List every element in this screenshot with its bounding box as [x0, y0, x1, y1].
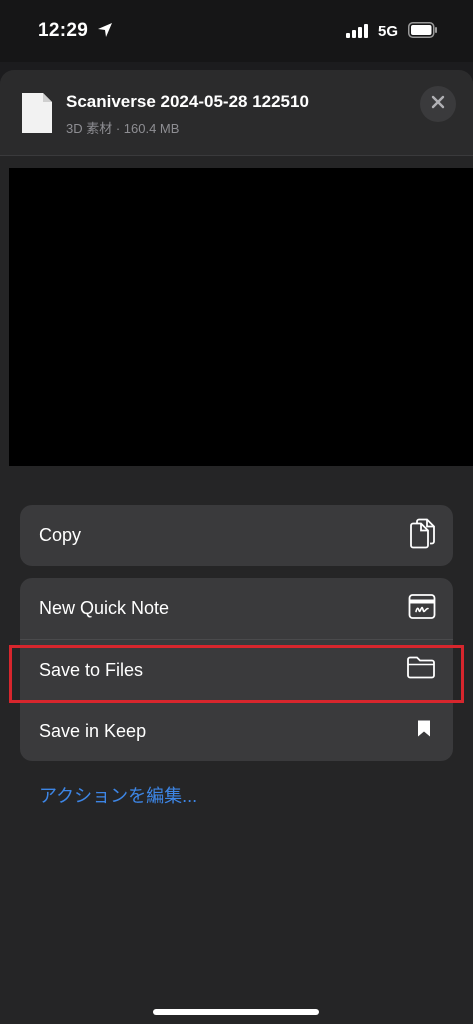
save-in-keep-label: Save in Keep — [39, 720, 147, 741]
new-quick-note-button[interactable]: New Quick Note — [20, 578, 453, 639]
location-arrow-icon — [97, 22, 113, 43]
action-group-save: New Quick Note Save to Files Save in Kee… — [20, 578, 453, 761]
close-icon — [430, 94, 446, 115]
edit-actions-link[interactable]: アクションを編集... — [39, 782, 197, 808]
save-to-files-label: Save to Files — [39, 659, 144, 680]
network-label: 5G — [378, 23, 399, 40]
copy-button[interactable]: Copy — [20, 505, 453, 566]
save-to-files-button[interactable]: Save to Files — [20, 639, 453, 700]
file-subtitle: 3D 素材 · 160.4 MB — [66, 121, 180, 136]
home-indicator[interactable] — [153, 1009, 319, 1015]
file-preview — [9, 168, 473, 466]
sheet-header: Scaniverse 2024-05-28 122510 3D 素材 · 160… — [0, 70, 473, 156]
copy-icon — [408, 517, 436, 554]
close-button[interactable] — [420, 86, 456, 122]
copy-label: Copy — [39, 525, 82, 545]
document-icon — [20, 91, 54, 140]
bookmark-icon — [417, 720, 431, 743]
signal-bars-icon — [346, 24, 370, 43]
folder-icon — [406, 656, 436, 685]
new-quick-note-label: New Quick Note — [39, 598, 170, 618]
quick-note-icon — [408, 593, 436, 624]
action-group-copy: Copy — [20, 505, 453, 566]
save-in-keep-button[interactable]: Save in Keep — [20, 700, 453, 761]
status-time: 12:29 — [38, 20, 89, 41]
file-title: Scaniverse 2024-05-28 122510 — [66, 92, 309, 111]
battery-icon — [408, 22, 438, 43]
status-bar: 12:29 5G — [0, 0, 473, 62]
